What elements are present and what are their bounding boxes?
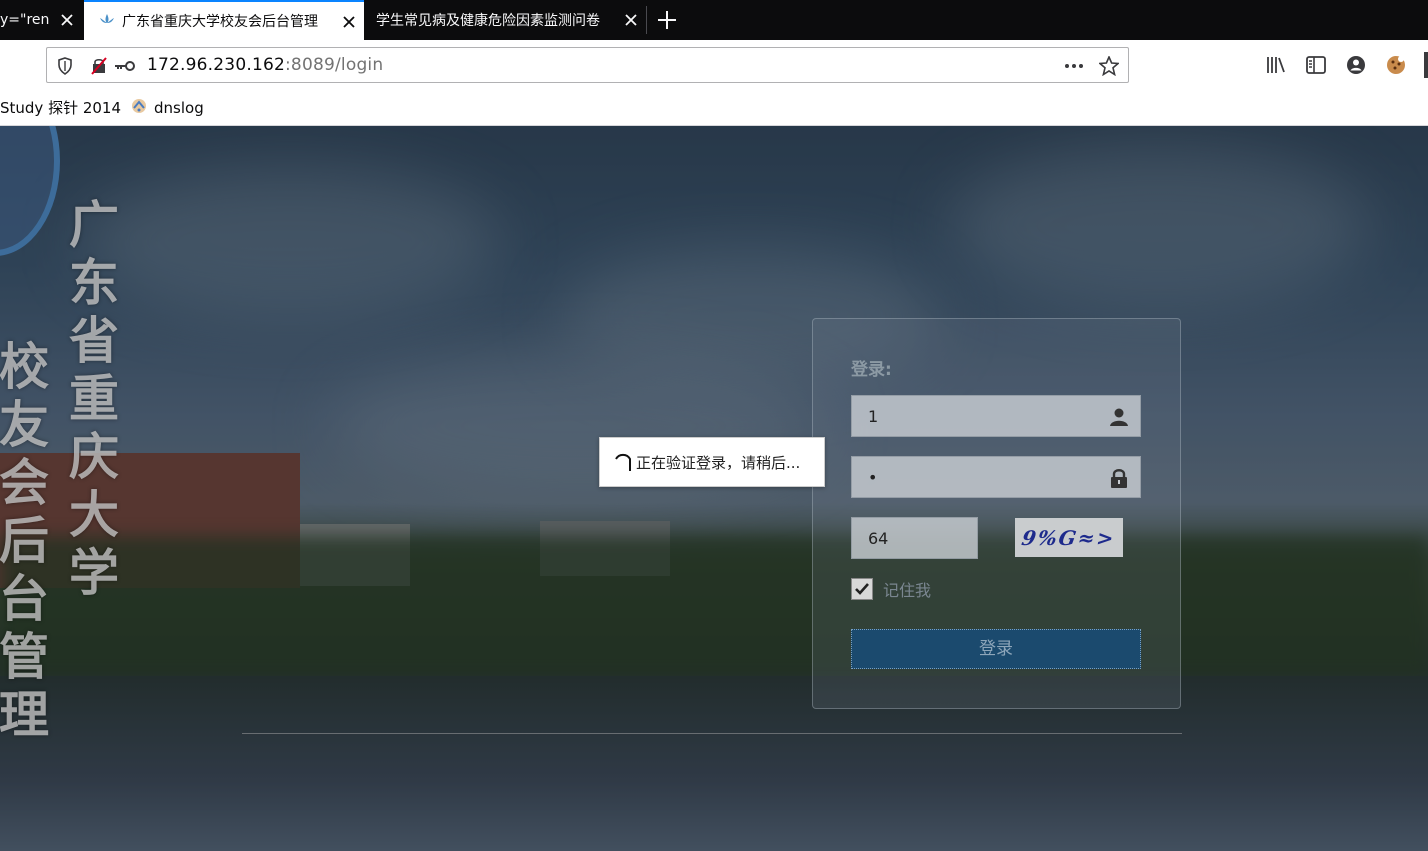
username-field[interactable]: 1	[851, 395, 1141, 437]
sidebar-icon[interactable]	[1305, 54, 1327, 76]
lock-icon	[1108, 467, 1130, 489]
key-icon[interactable]	[113, 56, 135, 76]
lotus-icon	[98, 11, 116, 31]
tab-previous[interactable]: y="ren	[0, 0, 82, 40]
login-page: 广东省重庆大学 校友会后台管理 登录: 1 • 64 9%G≈> 记住我 登录 …	[0, 126, 1428, 851]
remember-checkbox[interactable]	[851, 578, 873, 600]
more-actions-icon[interactable]	[1063, 56, 1083, 76]
captcha-image[interactable]: 9%G≈>	[1015, 518, 1123, 557]
tab-separator	[646, 6, 647, 34]
bookmark-dnslog[interactable]: dnslog	[130, 97, 204, 119]
captcha-value: 64	[868, 529, 889, 548]
loading-toast: 正在验证登录，请稍后...	[599, 437, 825, 487]
login-button[interactable]: 登录	[851, 629, 1141, 669]
cookie-icon[interactable]	[1385, 54, 1407, 76]
background-overlay	[0, 126, 1428, 851]
tab-label: 学生常见病及健康危险因素监测问卷	[376, 13, 600, 29]
login-panel: 登录: 1 • 64 9%G≈> 记住我 登录	[812, 318, 1181, 709]
bookmarks-toolbar: Study 探针 2014 dnslog	[0, 90, 1428, 126]
close-icon[interactable]	[622, 11, 640, 29]
username-value: 1	[868, 407, 879, 426]
vertical-title-line-1: 广东省重庆大学	[69, 195, 119, 602]
shield-icon[interactable]	[55, 56, 75, 76]
dnslog-icon	[130, 97, 148, 119]
tab-label: 广东省重庆大学校友会后台管理	[122, 14, 318, 30]
loading-spinner-icon	[612, 451, 634, 473]
captcha-input[interactable]: 64	[851, 517, 978, 559]
bookmark-study[interactable]: Study 探针 2014	[0, 97, 121, 118]
account-icon[interactable]	[1345, 54, 1367, 76]
login-title: 登录:	[851, 360, 892, 380]
close-icon[interactable]	[58, 11, 76, 29]
tab-survey[interactable]: 学生常见病及健康危险因素监测问卷	[366, 0, 646, 40]
navigation-bar: 172.96.230.162:8089/login	[0, 40, 1428, 90]
password-value: •	[868, 468, 878, 487]
overflow-indicator	[1424, 52, 1428, 78]
tab-active[interactable]: 广东省重庆大学校友会后台管理	[84, 0, 364, 40]
tab-label: y="ren	[0, 12, 50, 28]
insecure-lock-icon[interactable]	[89, 56, 109, 76]
close-icon[interactable]	[340, 13, 358, 31]
user-icon	[1108, 406, 1130, 428]
bookmark-label: Study 探针 2014	[0, 99, 122, 117]
library-icon[interactable]	[1265, 54, 1287, 76]
vertical-title-line-2: 校友会后台管理	[0, 337, 49, 744]
url-text[interactable]: 172.96.230.162:8089/login	[147, 55, 383, 75]
url-host: 172.96.230.162	[147, 55, 285, 75]
captcha-text: 9%G≈>	[1020, 525, 1118, 550]
url-path: :8089/login	[285, 55, 384, 75]
toast-message: 正在验证登录，请稍后...	[636, 453, 801, 472]
remember-me[interactable]: 记住我	[851, 577, 931, 601]
remember-label: 记住我	[883, 581, 932, 600]
bookmark-label: dnslog	[154, 99, 204, 117]
divider	[242, 733, 1182, 734]
bookmark-star-icon[interactable]	[1098, 54, 1120, 77]
tab-bar: y="ren 广东省重庆大学校友会后台管理 学生常见病及健康危险因素监测问卷	[0, 0, 1428, 40]
password-field[interactable]: •	[851, 456, 1141, 498]
new-tab-button[interactable]	[654, 8, 680, 32]
url-bar[interactable]: 172.96.230.162:8089/login	[46, 47, 1129, 83]
